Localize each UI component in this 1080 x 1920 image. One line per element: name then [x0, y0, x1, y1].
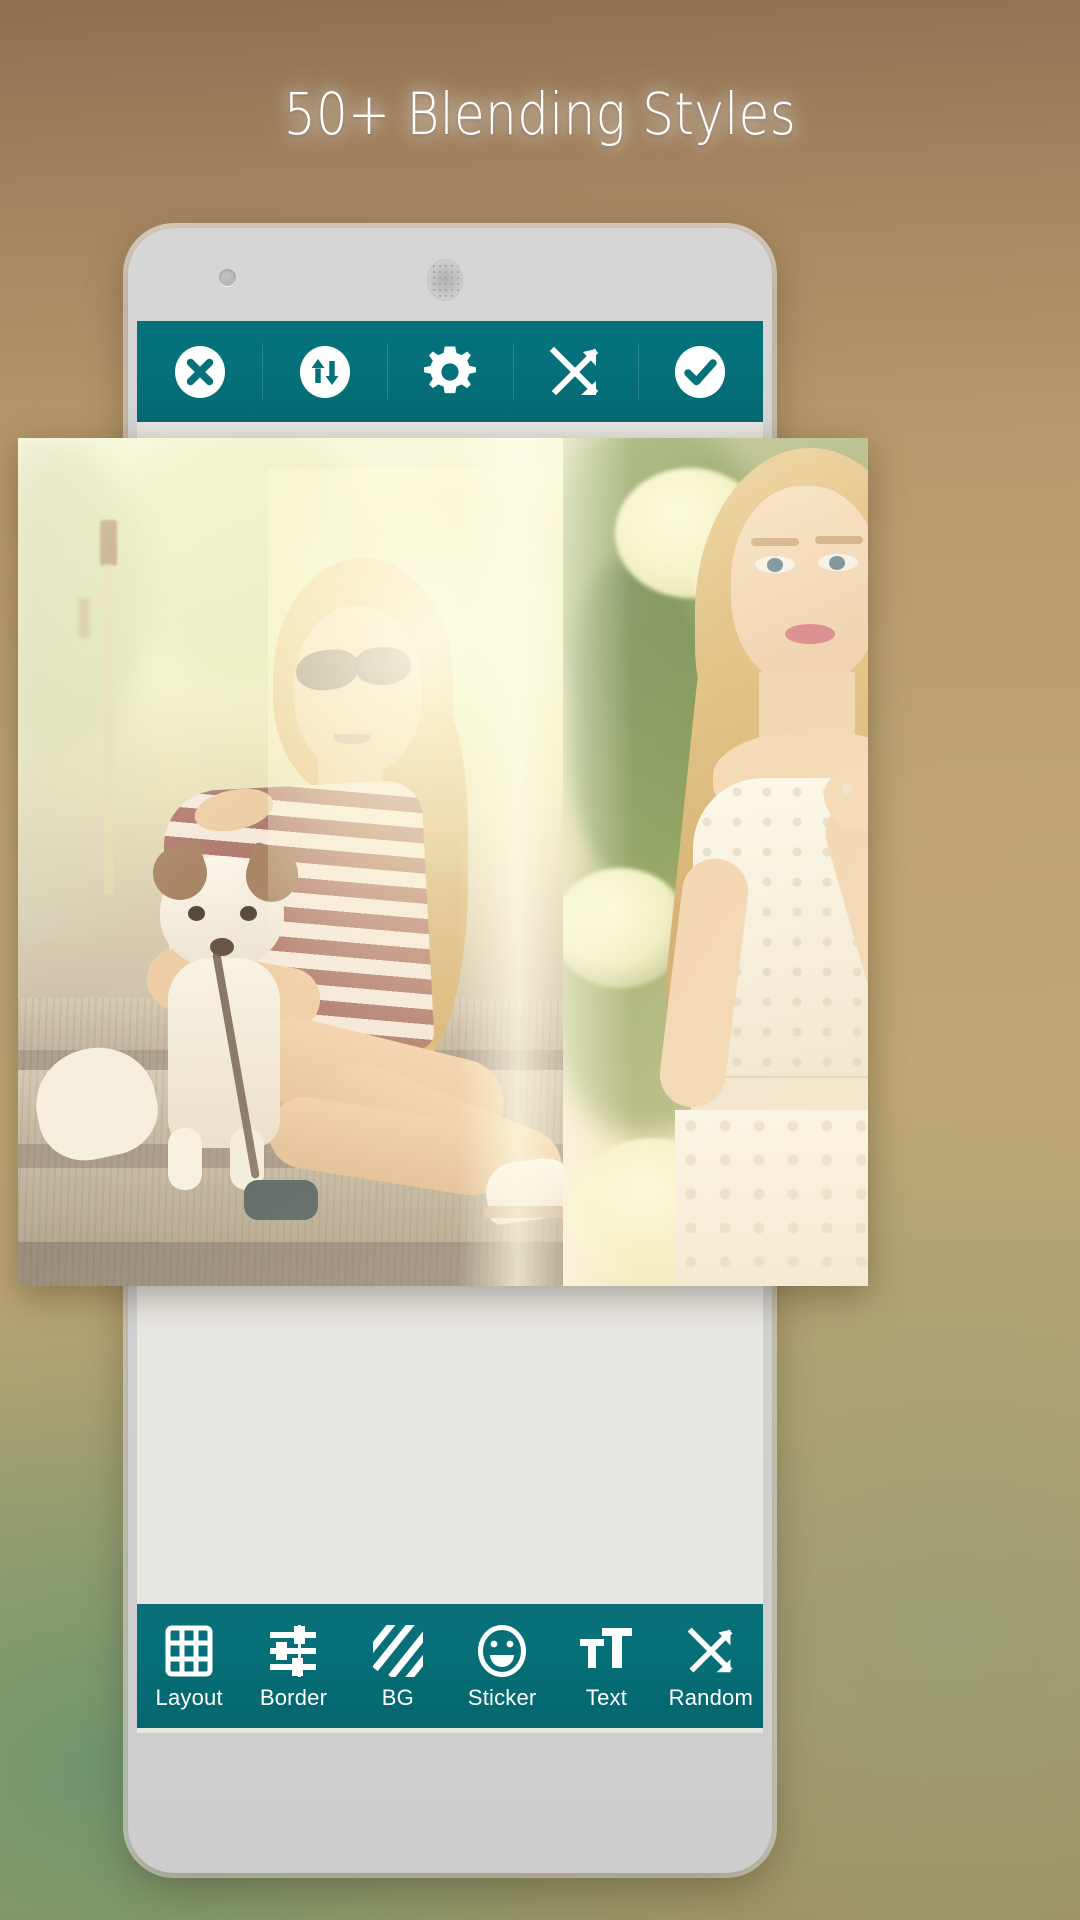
nav-label: BG — [381, 1685, 414, 1710]
text-size-icon — [579, 1625, 633, 1677]
nav-label: Layout — [155, 1685, 223, 1710]
check-circle-icon — [672, 344, 728, 400]
nav-item-text[interactable]: Text — [554, 1604, 658, 1728]
shuffle-icon — [686, 1625, 736, 1677]
nav-item-sticker[interactable]: Sticker — [450, 1604, 554, 1728]
diagonal-stripes-icon — [372, 1625, 423, 1677]
collage-photo-left[interactable] — [18, 438, 563, 1286]
done-button[interactable] — [637, 321, 763, 422]
grid-layout-icon — [165, 1625, 213, 1677]
shuffle-button[interactable] — [512, 321, 638, 422]
speaker-grille-icon — [427, 259, 463, 301]
shuffle-icon — [548, 345, 602, 399]
sliders-icon — [268, 1625, 318, 1677]
nav-item-random[interactable]: Random — [659, 1604, 763, 1728]
nav-label: Text — [585, 1685, 628, 1710]
nav-item-layout[interactable]: Layout — [137, 1604, 241, 1728]
nav-label: Random — [668, 1685, 753, 1710]
collage-photo-right[interactable] — [563, 438, 868, 1286]
nav-label: Sticker — [467, 1685, 537, 1710]
smiley-face-icon — [477, 1625, 527, 1677]
nav-label: Border — [259, 1685, 328, 1710]
nav-item-bg[interactable]: BG — [346, 1604, 450, 1728]
close-button[interactable] — [137, 321, 262, 422]
close-circle-icon — [172, 344, 228, 400]
settings-button[interactable] — [387, 321, 512, 422]
photo-collage[interactable] — [18, 438, 868, 1286]
top-toolbar — [137, 321, 763, 422]
nav-item-border[interactable]: Border — [241, 1604, 345, 1728]
swap-vertical-circle-icon — [297, 344, 353, 400]
page-title: 50+ Blending Styles — [283, 80, 797, 148]
gear-icon — [421, 343, 479, 401]
camera-dot-icon — [219, 269, 236, 286]
bottom-toolbar: Layout Border BG Sticker Text Random — [137, 1604, 763, 1728]
swap-button[interactable] — [262, 321, 387, 422]
